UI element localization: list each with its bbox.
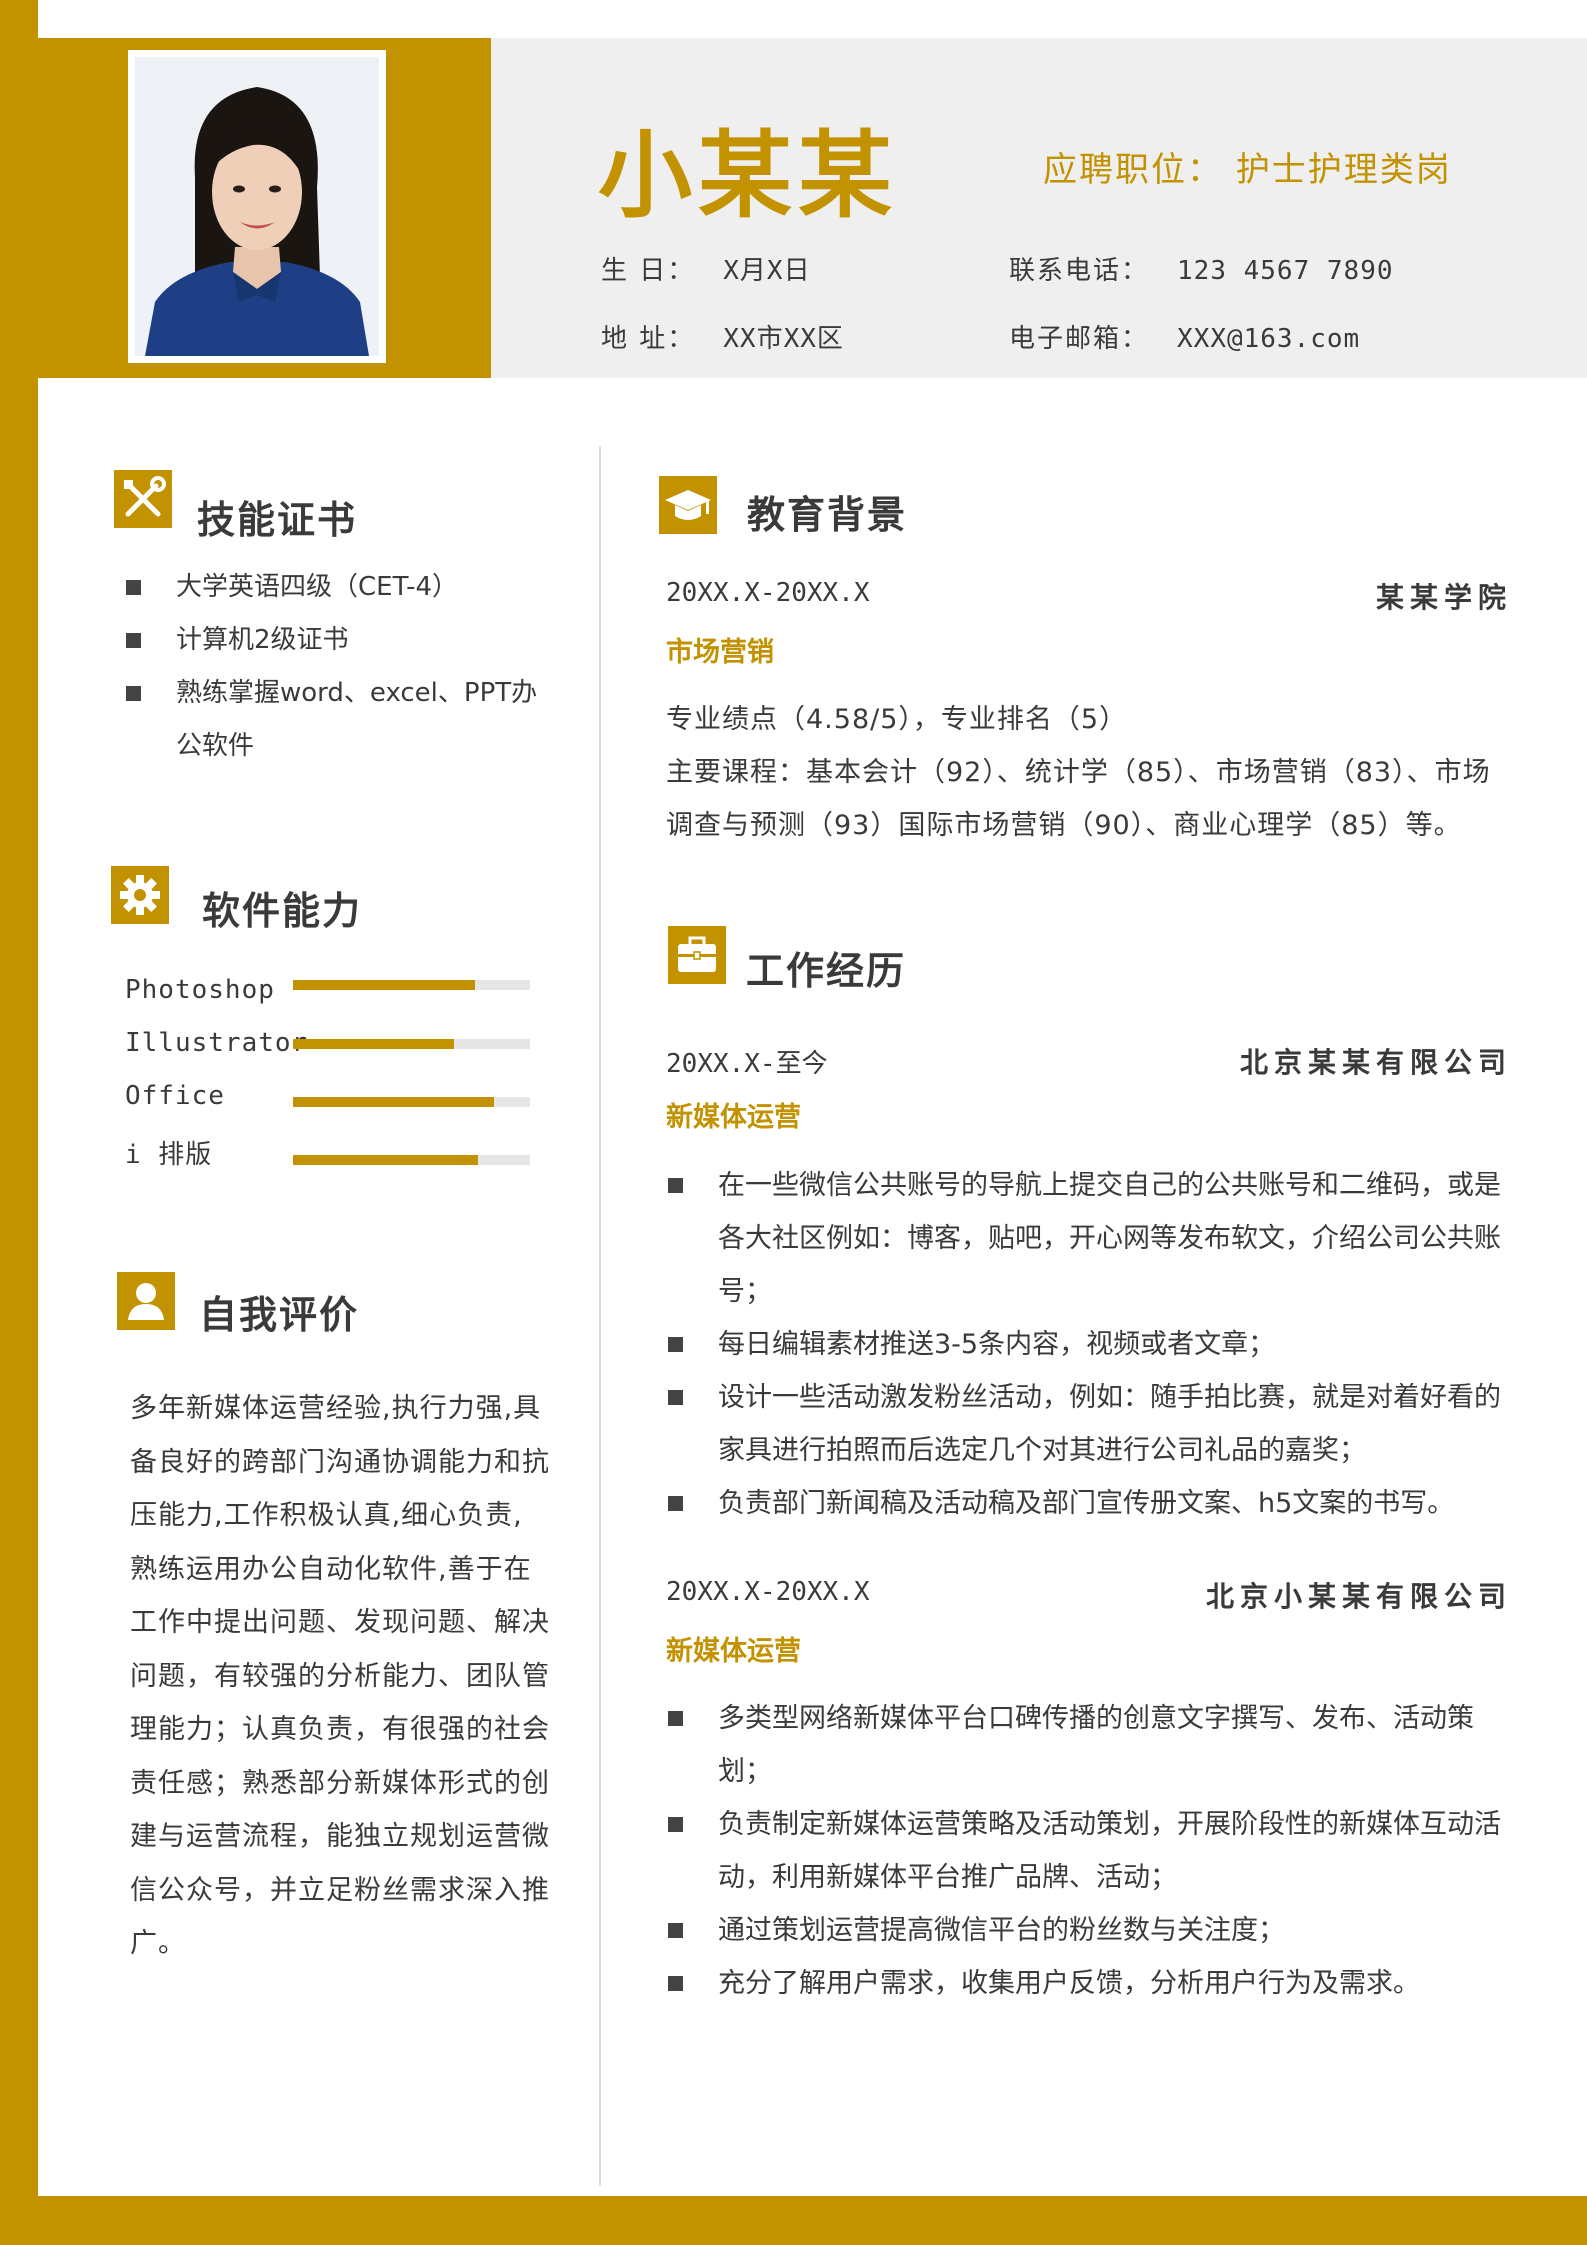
email-label: 电子邮箱： [1009,324,1150,354]
birth-value: X月X日 [723,256,811,286]
education-courses: 主要课程：基本会计（92）、统计学（85）、市场营销（83）、市场调查与预测（9… [666,757,1491,841]
bottom-accent-bar [0,2196,1587,2245]
list-item: 每日编辑素材推送3-5条内容，视频或者文章； [668,1318,1518,1371]
job-role: 新媒体运营 [666,1636,801,1667]
skill-bar-photoshop [293,980,530,990]
column-divider [599,446,601,2186]
list-item: 熟练掌握word、excel、PPT办公软件 [126,667,556,773]
skill-level-fill [293,1097,495,1107]
education-gpa: 专业绩点（4.58/5），专业排名（5） [666,704,1128,735]
job-value: 护士护理类岗 [1235,150,1452,190]
phone-info: 联系电话： 123 4567 7890 [1009,250,1394,287]
birth-label: 生 日： [601,256,696,286]
self-eval-text: 多年新媒体运营经验,执行力强,具备良好的跨部门沟通协调能力和抗压能力,工作积极认… [130,1393,550,1959]
birth-info: 生 日： X月X日 [601,250,811,287]
person-icon [117,1272,175,1330]
company-name: 北京小某某有限公司 [1205,1580,1512,1613]
job-period: 20XX.X-20XX.X [666,1577,870,1607]
job-label: 应聘职位： [1043,150,1223,190]
skill-label-office: Office [125,1081,225,1111]
list-item: 计算机2级证书 [126,614,556,667]
list-item: 负责部门新闻稿及活动稿及部门宣传册文案、h5文案的书写。 [668,1477,1518,1530]
work-title: 工作经历 [746,949,907,993]
list-item: 多类型网络新媒体平台口碑传播的创意文字撰写、发布、活动策划； [668,1692,1518,1798]
profile-photo [135,57,379,356]
job-period: 20XX.X-至今 [666,1049,828,1079]
email-info: 电子邮箱： XXX@163.com [1009,318,1360,355]
email-value: XXX@163.com [1177,324,1361,354]
list-item: 在一些微信公共账号的导航上提交自己的公共账号和二维码，或是各大社区例如：博客，贴… [668,1159,1518,1318]
skill-level-fill [293,1039,455,1049]
address-info: 地 址： XX市XX区 [601,318,844,355]
candidate-name: 小某某 [598,122,899,231]
phone-label: 联系电话： [1009,256,1150,286]
education-title: 教育背景 [747,493,908,537]
job-duties-list: 多类型网络新媒体平台口碑传播的创意文字撰写、发布、活动策划； 负责制定新媒体运营… [668,1692,1518,2010]
graduation-cap-icon [659,476,717,534]
skill-bar-typesetting [293,1155,530,1165]
skill-bar-illustrator [293,1039,530,1049]
skills-title: 技能证书 [197,498,358,542]
software-title: 软件能力 [202,889,363,933]
list-item: 大学英语四级（CET-4） [126,561,556,614]
major-name: 市场营销 [666,637,774,668]
gear-icon [111,866,169,924]
address-label: 地 址： [601,324,696,354]
list-item: 设计一些活动激发粉丝活动，例如：随手拍比赛，就是对着好看的家具进行拍照而后选定几… [668,1371,1518,1477]
briefcase-icon [668,926,726,984]
tools-icon [114,470,172,528]
list-item: 通过策划运营提高微信平台的粉丝数与关注度； [668,1904,1518,1957]
company-name: 北京某某有限公司 [1239,1046,1512,1079]
phone-value: 123 4567 7890 [1177,256,1394,286]
self-eval-title: 自我评价 [199,1293,360,1337]
list-item: 充分了解用户需求，收集用户反馈，分析用户行为及需求。 [668,1957,1518,2010]
job-role: 新媒体运营 [666,1102,801,1133]
skill-label-illustrator: Illustrator [125,1028,309,1058]
list-item: 负责制定新媒体运营策略及活动策划，开展阶段性的新媒体互动活动，利用新媒体平台推广… [668,1798,1518,1904]
address-value: XX市XX区 [723,324,844,354]
skill-bar-office [293,1097,530,1107]
left-accent-bar [0,0,38,2245]
school-name: 某某学院 [1375,581,1512,614]
skill-label-photoshop: Photoshop [125,975,275,1005]
skill-label-typesetting: i 排版 [125,1140,213,1170]
skill-level-fill [293,980,476,990]
education-period: 20XX.X-20XX.X [666,578,870,608]
skill-level-fill [293,1155,478,1165]
skills-list: 大学英语四级（CET-4） 计算机2级证书 熟练掌握word、excel、PPT… [126,561,556,773]
job-duties-list: 在一些微信公共账号的导航上提交自己的公共账号和二维码，或是各大社区例如：博客，贴… [668,1159,1518,1530]
job-target: 应聘职位： 护士护理类岗 [1043,142,1452,191]
